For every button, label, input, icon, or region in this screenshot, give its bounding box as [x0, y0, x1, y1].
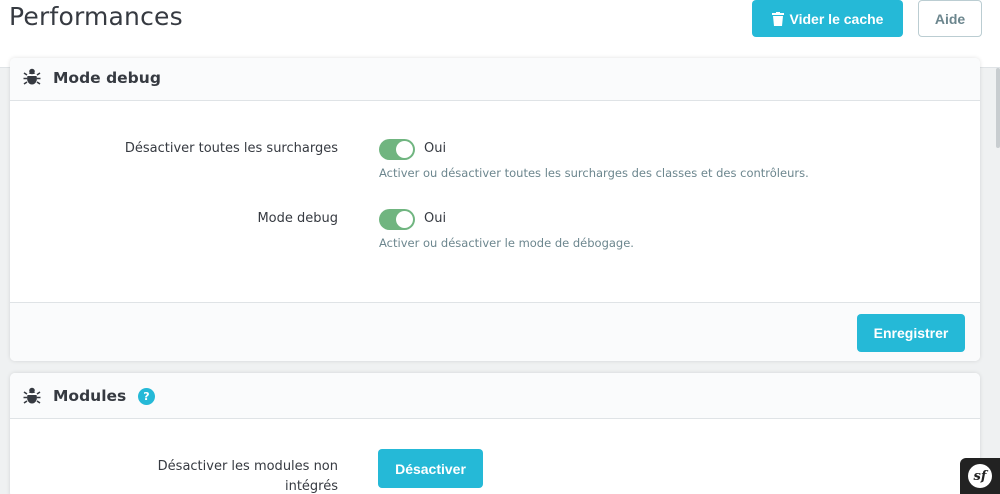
modules-card: Modules ? Désactiver les modules non int…	[10, 373, 980, 494]
help-text: Activer ou désactiver le mode de débogag…	[379, 236, 634, 250]
card-title: Mode debug	[53, 69, 161, 87]
scrollbar[interactable]	[996, 68, 1000, 148]
trash-icon	[771, 11, 784, 26]
card-title: Modules	[53, 387, 127, 405]
toggle-label: Oui	[424, 141, 447, 156]
row-label-line: intégrés	[284, 479, 338, 494]
save-button[interactable]: Enregistrer	[857, 314, 965, 352]
clear-cache-button[interactable]: Vider le cache	[752, 0, 903, 37]
bug-icon	[23, 68, 41, 85]
help-button[interactable]: Aide	[918, 0, 982, 37]
clear-cache-label: Vider le cache	[789, 10, 884, 27]
help-text: Activer ou désactiver toutes les surchar…	[379, 166, 809, 180]
toggle-knob	[396, 141, 413, 158]
debug-mode-card: Mode debug Désactiver toutes les surchar…	[10, 58, 980, 361]
overrides-toggle[interactable]	[379, 139, 415, 160]
row-label: Désactiver les modules non intégrés	[38, 457, 338, 494]
help-icon[interactable]: ?	[138, 388, 155, 405]
symfony-logo-icon: sf	[968, 464, 992, 488]
card-header: Mode debug	[10, 58, 980, 101]
disable-modules-button[interactable]: Désactiver	[378, 449, 483, 488]
toggle-knob	[396, 211, 413, 228]
row-label: Désactiver toutes les surcharges	[124, 141, 338, 156]
card-header: Modules ?	[10, 373, 980, 419]
toggle-label: Oui	[424, 211, 447, 226]
row-label-line: Désactiver les modules non	[157, 459, 338, 474]
row-label: Mode debug	[257, 211, 338, 226]
card-footer: Enregistrer	[10, 302, 980, 361]
debug-mode-toggle[interactable]	[379, 209, 415, 230]
page-title: Performances	[9, 2, 183, 31]
bug-icon	[23, 387, 41, 404]
symfony-toolbar-badge[interactable]: sf	[960, 458, 1000, 494]
